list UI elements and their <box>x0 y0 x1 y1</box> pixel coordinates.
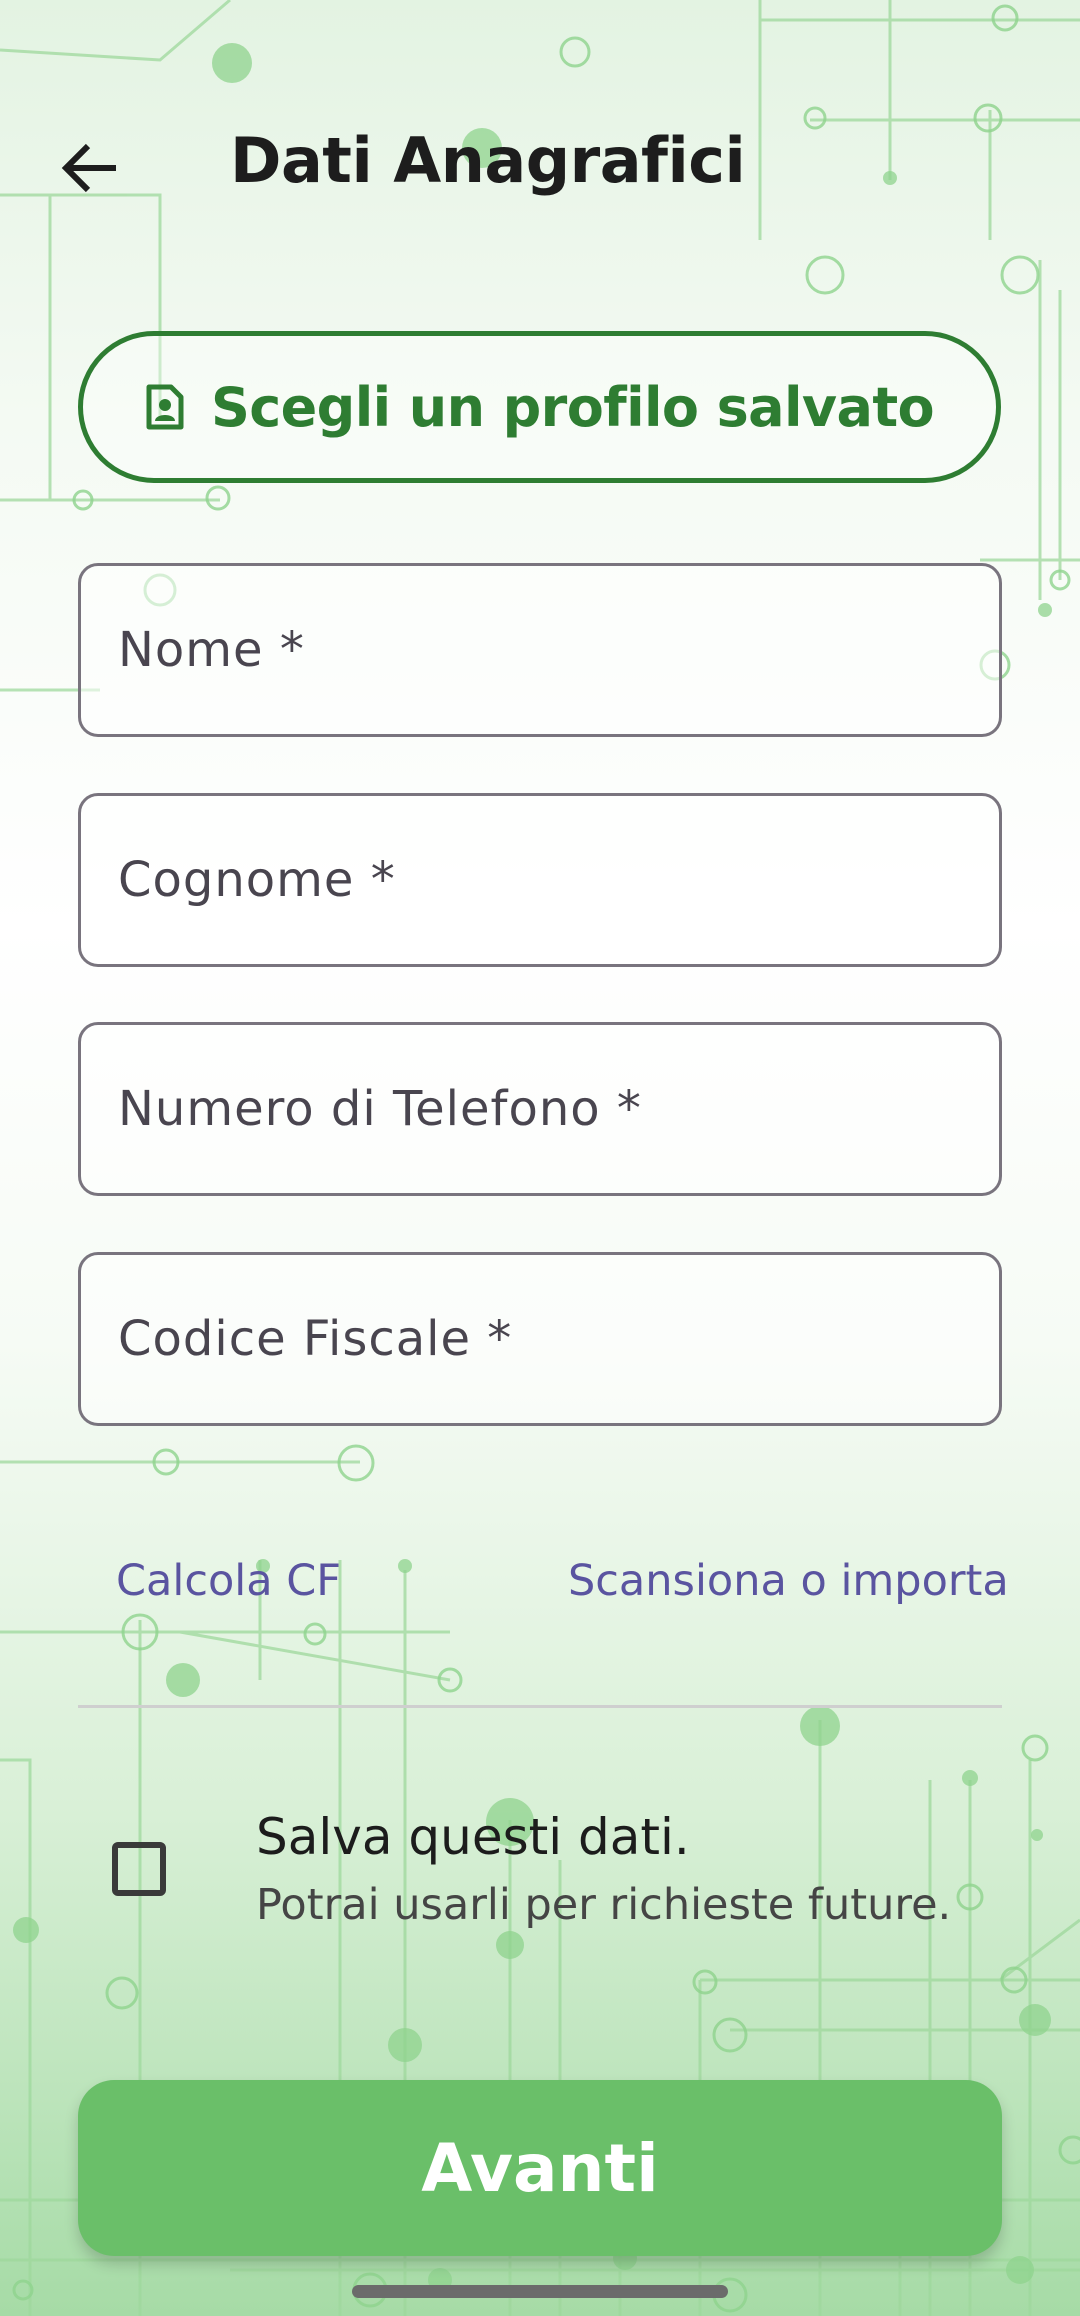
calculate-cf-link[interactable]: Calcola CF <box>116 1556 341 1606</box>
surname-field[interactable]: Cognome * <box>78 793 1002 967</box>
name-field[interactable]: Nome * <box>78 563 1002 737</box>
tax-code-field-placeholder: Codice Fiscale * <box>118 1311 513 1367</box>
tax-code-field[interactable]: Codice Fiscale * <box>78 1252 1002 1426</box>
arrow-left-icon <box>61 143 116 193</box>
next-button[interactable]: Avanti <box>78 2080 1002 2256</box>
back-button[interactable] <box>40 118 140 218</box>
phone-field-placeholder: Numero di Telefono * <box>118 1081 642 1137</box>
name-field-placeholder: Nome * <box>118 622 305 678</box>
contact-card-icon <box>146 384 184 430</box>
page-title: Dati Anagrafici <box>230 124 746 197</box>
scan-import-link[interactable]: Scansiona o importa <box>568 1556 1009 1606</box>
save-data-subtitle: Potrai usarli per richieste future. <box>256 1880 952 1930</box>
save-data-checkbox[interactable] <box>112 1842 166 1896</box>
next-button-label: Avanti <box>421 2129 659 2207</box>
divider <box>78 1705 1002 1708</box>
home-indicator[interactable] <box>352 2285 728 2298</box>
phone-field[interactable]: Numero di Telefono * <box>78 1022 1002 1196</box>
surname-field-placeholder: Cognome * <box>118 852 396 908</box>
save-data-title: Salva questi dati. <box>256 1808 690 1866</box>
choose-saved-profile-label: Scegli un profilo salvato <box>210 375 935 439</box>
choose-saved-profile-button[interactable]: Scegli un profilo salvato <box>78 331 1001 483</box>
